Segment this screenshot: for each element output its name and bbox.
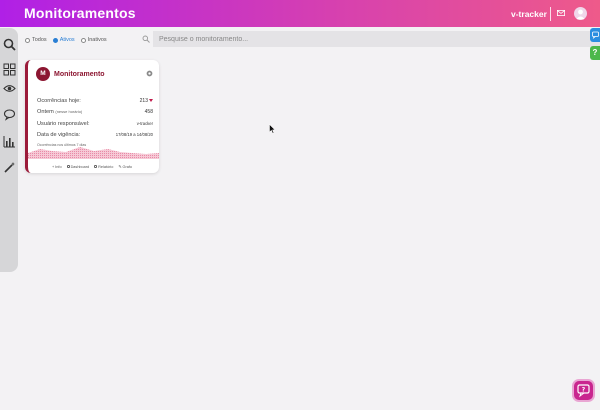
- plus-icon: +: [52, 164, 55, 169]
- radio-todos[interactable]: [25, 37, 30, 43]
- row-label: Ontem (nesse horário): [37, 109, 83, 115]
- brand-logo[interactable]: v-tracker: [511, 9, 547, 19]
- status-filter-group: Todos Ativos Inativos: [25, 35, 107, 45]
- grid-icon[interactable]: [3, 63, 16, 76]
- relatorio-link[interactable]: Relatório: [94, 164, 113, 169]
- report-icon: [94, 165, 98, 168]
- gear-icon[interactable]: [146, 70, 153, 77]
- row-value: 458: [144, 109, 153, 115]
- search-field-icon: [142, 35, 150, 43]
- page-title: Monitoramentos: [24, 5, 136, 21]
- grafo-link[interactable]: ✎ Grafo: [118, 164, 132, 170]
- filter-todos-label: Todos: [32, 37, 47, 43]
- row-value: 17/08/19 a 14/08/20: [115, 132, 153, 137]
- row-label: Usuário responsável:: [37, 121, 90, 127]
- row-label: Ocorrências hoje:: [37, 98, 81, 104]
- monitor-icon: [66, 165, 70, 168]
- search-icon[interactable]: [3, 38, 16, 51]
- bar-chart-icon[interactable]: [3, 135, 16, 148]
- sidebar: [0, 28, 18, 272]
- help-tab[interactable]: ?: [590, 46, 600, 60]
- mail-icon[interactable]: [557, 10, 565, 16]
- info-link[interactable]: + Info: [52, 164, 62, 169]
- filter-ativos[interactable]: Ativos: [52, 37, 75, 43]
- row-usuario-responsavel: Usuário responsável: v-tracker: [37, 121, 153, 127]
- filter-inativos[interactable]: Inativos: [80, 37, 107, 43]
- mouse-cursor-icon: [269, 124, 276, 134]
- row-value: v-tracker: [136, 121, 153, 126]
- row-ocorrencias-hoje: Ocorrências hoje: 213: [37, 98, 153, 104]
- chat-support-button[interactable]: ?: [572, 379, 595, 402]
- magic-wand-icon[interactable]: [3, 161, 16, 174]
- support-chat-icon: ?: [577, 384, 590, 398]
- user-avatar-icon[interactable]: [574, 7, 587, 20]
- search-input[interactable]: [153, 31, 600, 47]
- feedback-tab[interactable]: [590, 28, 600, 42]
- row-label: Data de vigência:: [37, 132, 81, 138]
- card-actions: + Info Dashboard Relatório ✎ Grafo: [52, 164, 132, 170]
- row-value: 213: [140, 98, 153, 104]
- monitoring-card[interactable]: M Monitoramento Ocorrências hoje: 213 On…: [25, 60, 159, 173]
- chat-icon[interactable]: [3, 108, 16, 121]
- sparkline-label: Ocorrências nos últimos 7 dias: [37, 143, 87, 147]
- graph-icon: ✎: [118, 165, 122, 169]
- card-avatar: M: [36, 67, 50, 81]
- eye-icon[interactable]: [3, 82, 16, 95]
- row-ontem: Ontem (nesse horário) 458: [37, 109, 153, 115]
- row-data-vigencia: Data de vigência: 17/08/19 a 14/08/20: [37, 132, 153, 138]
- card-title[interactable]: Monitoramento: [54, 71, 105, 78]
- top-header: Monitoramentos v-tracker: [0, 0, 600, 27]
- filter-ativos-label: Ativos: [59, 37, 75, 43]
- filter-todos[interactable]: Todos: [25, 37, 47, 43]
- svg-text:?: ?: [582, 387, 586, 394]
- speech-bubble-icon: [592, 31, 599, 39]
- trend-down-icon: [149, 98, 153, 102]
- filter-inativos-label: Inativos: [87, 37, 107, 43]
- header-divider: [550, 7, 551, 21]
- dashboard-link[interactable]: Dashboard: [66, 164, 89, 169]
- radio-ativos[interactable]: [52, 37, 58, 43]
- radio-inativos[interactable]: [80, 37, 86, 43]
